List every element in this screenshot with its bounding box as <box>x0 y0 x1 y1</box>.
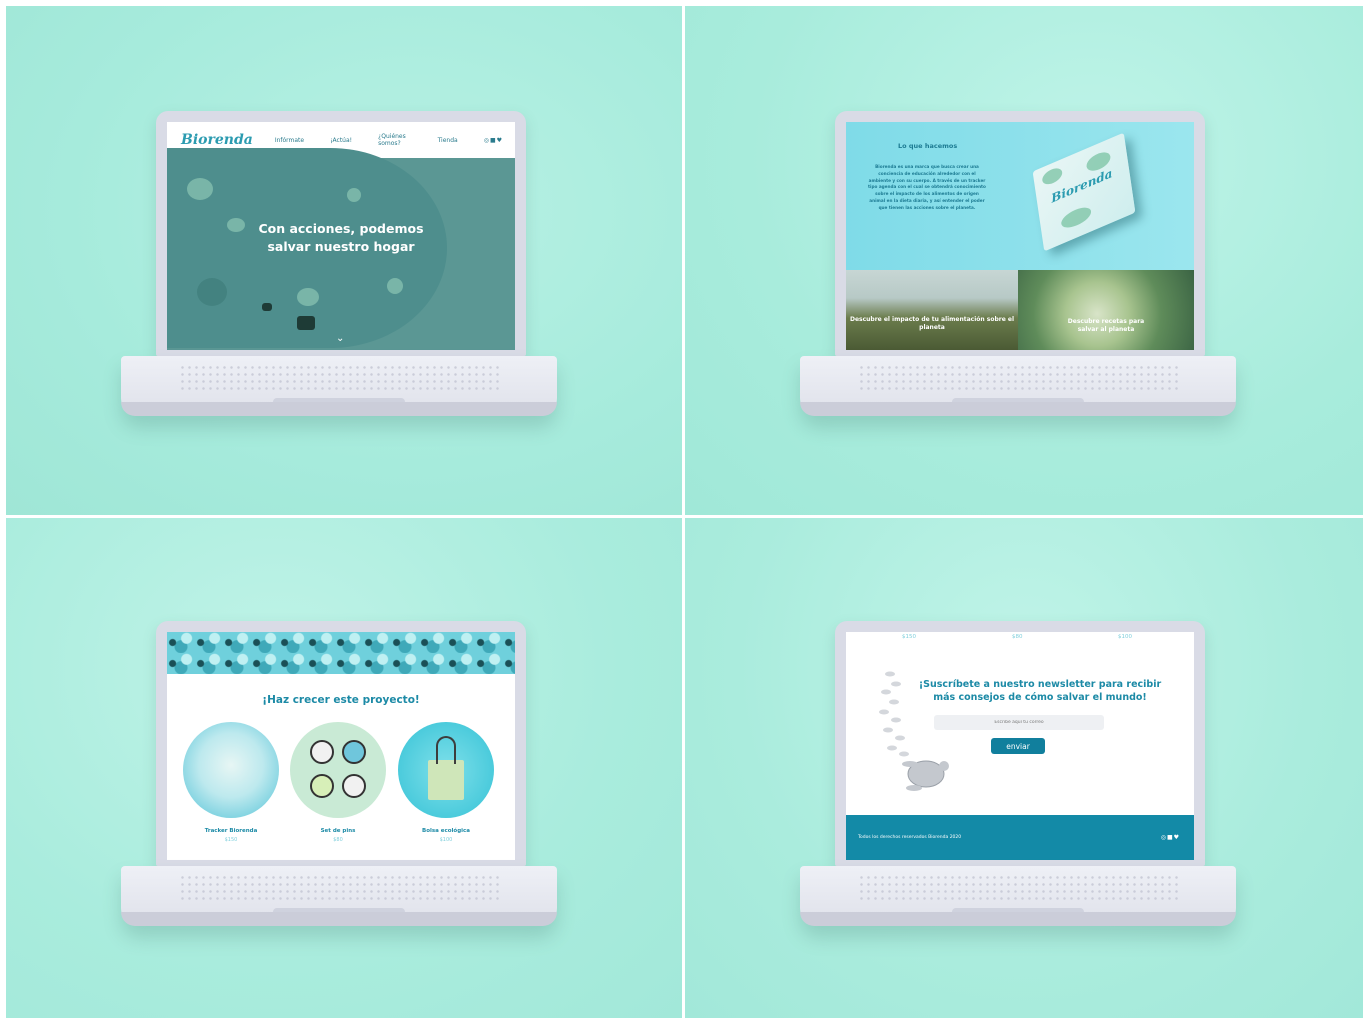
nav-link-informate[interactable]: Infórmate <box>275 137 304 144</box>
doodle-dark <box>297 316 315 330</box>
social-icons[interactable]: ◎■♥ <box>484 137 503 144</box>
nav-link-actua[interactable]: ¡Actúa! <box>330 137 352 144</box>
keyboard <box>858 874 1178 900</box>
mockup-home: Biorenda Infórmate ¡Actúa! ¿Quiénes somo… <box>6 6 682 515</box>
product-price: $100 <box>439 837 453 843</box>
laptop-lip <box>121 402 557 416</box>
keyboard <box>179 364 499 390</box>
laptop-base <box>800 356 1236 416</box>
product-name: Tracker Biorenda <box>204 828 258 834</box>
doodle <box>187 178 213 200</box>
laptop-base <box>121 866 557 926</box>
product-image <box>398 722 494 818</box>
pin <box>310 774 334 798</box>
product-image <box>183 722 279 818</box>
previous-prices: $150 $80 $100 <box>846 634 1194 642</box>
tile-impact-label: Descubre el impacto de tu alimentación s… <box>849 316 1015 331</box>
laptop-screen: Biorenda Infórmate ¡Actúa! ¿Quiénes somo… <box>167 122 515 350</box>
mockup-newsletter: $150 $80 $100 ¡Suscríbete a nuestro news… <box>685 518 1363 1018</box>
laptop-screen: Lo que hacemos Biorenda es una marca que… <box>846 122 1194 350</box>
nav-link-tienda[interactable]: Tienda <box>438 137 458 144</box>
laptop-lid: $150 $80 $100 ¡Suscríbete a nuestro news… <box>835 621 1205 866</box>
newsletter-title-line2: más consejos de cómo salvar el mundo! <box>933 692 1147 703</box>
mockup-shop: ¡Haz crecer este proyecto! Tracker Biore… <box>6 518 682 1018</box>
newsletter-title-line1: ¡Suscríbete a nuestro newsletter para re… <box>918 679 1162 690</box>
laptop-screen: ¡Haz crecer este proyecto! Tracker Biore… <box>167 632 515 860</box>
hero-title: Con acciones, podemos salvar nuestro hog… <box>167 220 515 256</box>
laptop-lid: Lo que hacemos Biorenda es una marca que… <box>835 111 1205 356</box>
price: $150 <box>902 634 916 640</box>
product-card-tracker[interactable]: Tracker Biorenda $150 <box>183 722 279 843</box>
laptop-lip <box>121 912 557 926</box>
price: $80 <box>1012 634 1023 640</box>
about-heading: Lo que hacemos <box>898 142 958 150</box>
tile-impact[interactable]: Descubre el impacto de tu alimentación s… <box>846 270 1018 350</box>
about-section: Lo que hacemos Biorenda es una marca que… <box>846 122 1194 270</box>
send-button[interactable]: enviar <box>991 738 1045 754</box>
doodle-dark <box>262 303 272 311</box>
doodle <box>197 278 227 306</box>
laptop-lip <box>800 402 1236 416</box>
leaf <box>1041 165 1064 188</box>
product-image <box>290 722 386 818</box>
chevron-down-icon[interactable]: ⌄ <box>336 333 344 344</box>
mockup-about: Lo que hacemos Biorenda es una marca que… <box>685 6 1363 515</box>
product-card-bag[interactable]: Bolsa ecológica $100 <box>398 722 494 843</box>
footer-copyright: Todos los derechos reservados Biorenda 2… <box>858 835 962 840</box>
pin <box>342 774 366 798</box>
pattern-banner <box>167 632 515 674</box>
laptop-screen: $150 $80 $100 ¡Suscríbete a nuestro news… <box>846 632 1194 860</box>
hero-title-line1: Con acciones, podemos <box>258 221 424 236</box>
product-name: Bolsa ecológica <box>422 828 470 834</box>
keyboard <box>179 874 499 900</box>
brand-logo[interactable]: Biorenda <box>181 132 253 148</box>
tote-handle <box>436 736 456 764</box>
tracker-book-image: Biorenda <box>1032 132 1136 252</box>
doodle <box>297 288 319 306</box>
footer-social-icons[interactable]: ◎■♥ <box>1161 834 1180 841</box>
tile-recipes[interactable]: Descubre recetas para salvar al planeta <box>1018 270 1194 350</box>
laptop-base <box>800 866 1236 926</box>
hero-section: Con acciones, podemos salvar nuestro hog… <box>167 148 515 350</box>
shop-title: ¡Haz crecer este proyecto! <box>262 694 420 706</box>
leaf <box>1060 203 1093 232</box>
doodle <box>347 188 361 202</box>
price: $100 <box>1118 634 1132 640</box>
footer: Todos los derechos reservados Biorenda 2… <box>846 815 1194 860</box>
doodle <box>387 278 403 294</box>
pin <box>342 740 366 764</box>
pin <box>310 740 334 764</box>
laptop-base <box>121 356 557 416</box>
tote-bag <box>428 760 464 800</box>
product-price: $150 <box>224 837 238 843</box>
laptop-lid: ¡Haz crecer este proyecto! Tracker Biore… <box>156 621 526 866</box>
hero-title-line2: salvar nuestro hogar <box>267 239 415 254</box>
email-input[interactable] <box>934 715 1104 730</box>
product-price: $80 <box>333 837 343 843</box>
laptop-lip <box>800 912 1236 926</box>
about-text: Biorenda es una marca que busca crear un… <box>868 164 986 210</box>
product-name: Set de pins <box>320 828 356 834</box>
laptop-lid: Biorenda Infórmate ¡Actúa! ¿Quiénes somo… <box>156 111 526 356</box>
keyboard <box>858 364 1178 390</box>
newsletter-title: ¡Suscríbete a nuestro newsletter para re… <box>886 678 1194 704</box>
tile-recipes-label: Descubre recetas para salvar al planeta <box>1067 318 1145 333</box>
nav-link-quienes-somos[interactable]: ¿Quiénes somos? <box>378 133 412 147</box>
product-card-pins[interactable]: Set de pins $80 <box>290 722 386 843</box>
